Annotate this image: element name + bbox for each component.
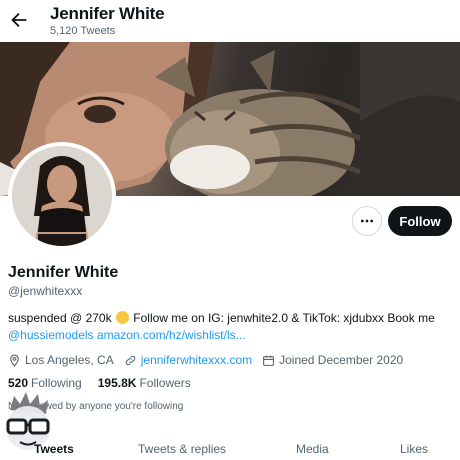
profile-bio: suspended @ 270k Follow me on IG: jenwhi… (8, 310, 448, 344)
website[interactable]: jenniferwhitexxx.com (124, 353, 252, 367)
bio-text-2: Follow me on IG: jenwhite2.0 & TikTok: x… (129, 311, 435, 325)
calendar-icon (263, 355, 275, 366)
bio-wishlist-link[interactable]: amazon.com/hz/wishlist/ls... (97, 328, 246, 342)
website-link[interactable]: jenniferwhitexxx.com (141, 353, 252, 367)
more-icon (361, 219, 373, 223)
following-label: Following (31, 376, 82, 390)
follow-button[interactable]: Follow (388, 206, 452, 236)
smiling-emoji-icon (115, 311, 129, 324)
tweet-count: 5,120 Tweets (50, 25, 116, 37)
tab-likes[interactable]: Likes (400, 442, 428, 456)
bio-mention-link[interactable]: @hussiemodels (8, 328, 94, 342)
tab-media[interactable]: Media (296, 442, 329, 456)
profile-handle: @jenwhitexxx (8, 284, 83, 298)
following-stat[interactable]: 520 Following (8, 376, 82, 390)
followers-stat[interactable]: 195.8K Followers (98, 376, 191, 390)
location: Los Angeles, CA (8, 353, 114, 367)
more-options-button[interactable] (352, 206, 382, 236)
location-text: Los Angeles, CA (25, 353, 114, 367)
profile-tabs: Tweets Tweets & replies Media Likes (0, 434, 460, 460)
joined-text: Joined December 2020 (279, 353, 404, 367)
back-arrow-icon[interactable] (8, 9, 30, 31)
header-title: Jennifer White (50, 4, 165, 23)
profile-avatar[interactable] (8, 142, 116, 250)
tab-tweets[interactable]: Tweets (34, 442, 74, 456)
profile-name: Jennifer White (8, 264, 119, 281)
profile-meta: Los Angeles, CA jenniferwhitexxx.com Joi… (8, 351, 413, 369)
profile-stats: 520 Following 195.8K Followers (8, 376, 207, 390)
joined-date: Joined December 2020 (262, 353, 403, 367)
link-icon (125, 355, 135, 365)
tab-tweets-and-replies[interactable]: Tweets & replies (138, 442, 226, 456)
avatar-image (12, 146, 112, 246)
profile-header: Jennifer White 5,120 Tweets (0, 0, 460, 42)
followers-label: Followers (139, 376, 191, 390)
bio-text-1: suspended @ 270k (8, 311, 112, 325)
following-count: 520 (8, 376, 29, 390)
followers-count: 195.8K (97, 376, 137, 390)
location-pin-icon (10, 354, 19, 367)
